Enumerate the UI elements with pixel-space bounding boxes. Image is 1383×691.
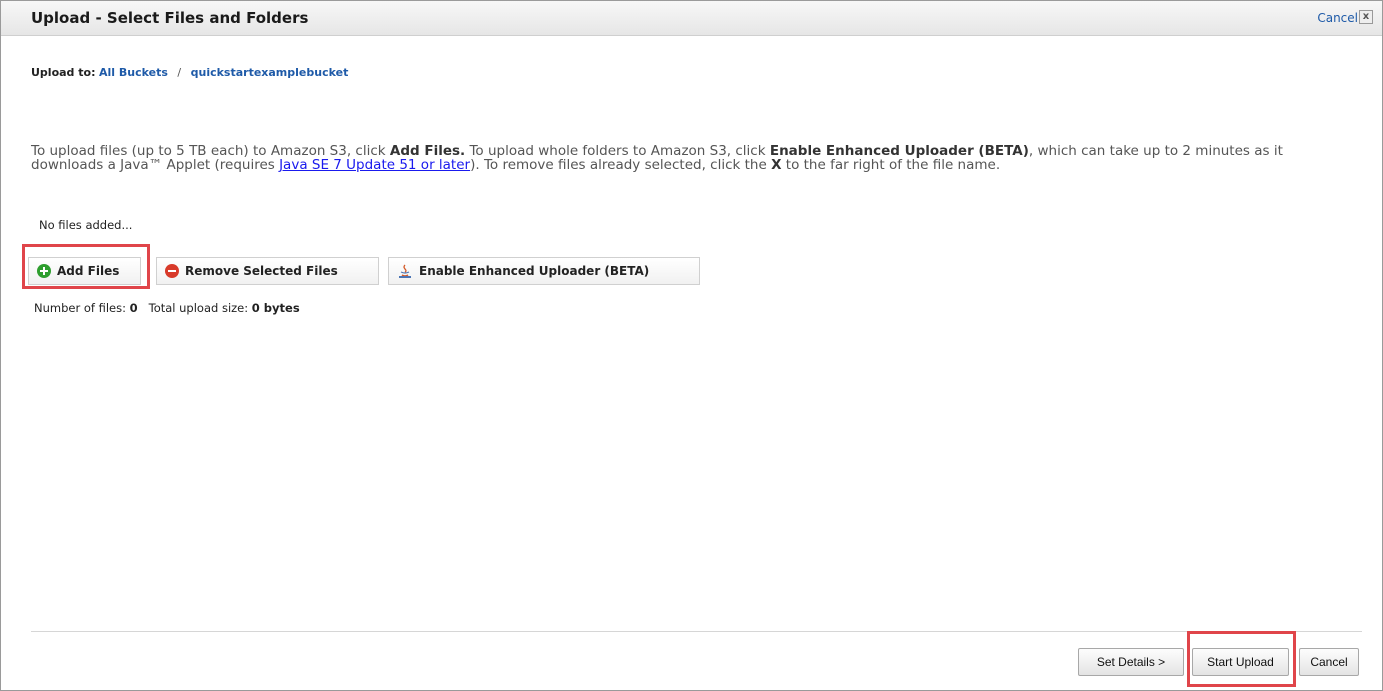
instructions-text: To upload files (up to 5 TB each) to Ama… (31, 144, 1351, 172)
footer-divider (31, 631, 1362, 632)
start-upload-button[interactable]: Start Upload (1192, 648, 1289, 676)
file-count-label: Number of files: (34, 301, 126, 315)
java-icon (399, 264, 411, 278)
breadcrumb: Upload to: All Buckets / quickstartexamp… (31, 66, 348, 79)
remove-selected-files-button[interactable]: Remove Selected Files (156, 257, 379, 285)
breadcrumb-all-buckets[interactable]: All Buckets (99, 66, 168, 79)
upload-summary: Number of files: 0 Total upload size: 0 … (34, 301, 300, 315)
upload-dialog: Upload - Select Files and Folders Cancel… (0, 0, 1383, 691)
instructions-part: to the far right of the file name. (781, 157, 1001, 173)
minus-circle-icon (165, 264, 179, 278)
empty-files-message: No files added... (39, 218, 133, 232)
add-files-button[interactable]: Add Files (28, 257, 141, 285)
breadcrumb-separator: / (177, 66, 182, 79)
breadcrumb-bucket[interactable]: quickstartexamplebucket (191, 66, 349, 79)
java-requirement-link[interactable]: Java SE 7 Update 51 or later (279, 157, 470, 173)
instructions-bold-x: X (771, 157, 782, 173)
file-count-value: 0 (129, 301, 138, 315)
cancel-button[interactable]: Cancel (1299, 648, 1359, 676)
upload-size-value: 0 bytes (251, 301, 300, 315)
dialog-titlebar: Upload - Select Files and Folders Cancel… (1, 1, 1382, 36)
set-details-button[interactable]: Set Details > (1078, 648, 1184, 676)
remove-selected-label: Remove Selected Files (185, 264, 338, 278)
enhanced-uploader-label: Enable Enhanced Uploader (BETA) (419, 264, 650, 278)
dialog-title: Upload - Select Files and Folders (31, 9, 309, 27)
plus-circle-icon (37, 264, 51, 278)
title-cancel-link[interactable]: Cancel (1317, 11, 1358, 25)
enable-enhanced-uploader-button[interactable]: Enable Enhanced Uploader (BETA) (388, 257, 700, 285)
upload-to-label: Upload to: (31, 66, 96, 79)
add-files-label: Add Files (57, 264, 120, 278)
upload-size-label: Total upload size: (148, 301, 249, 315)
instructions-part: ). To remove files already selected, cli… (470, 157, 772, 173)
close-icon[interactable]: x (1359, 10, 1373, 24)
